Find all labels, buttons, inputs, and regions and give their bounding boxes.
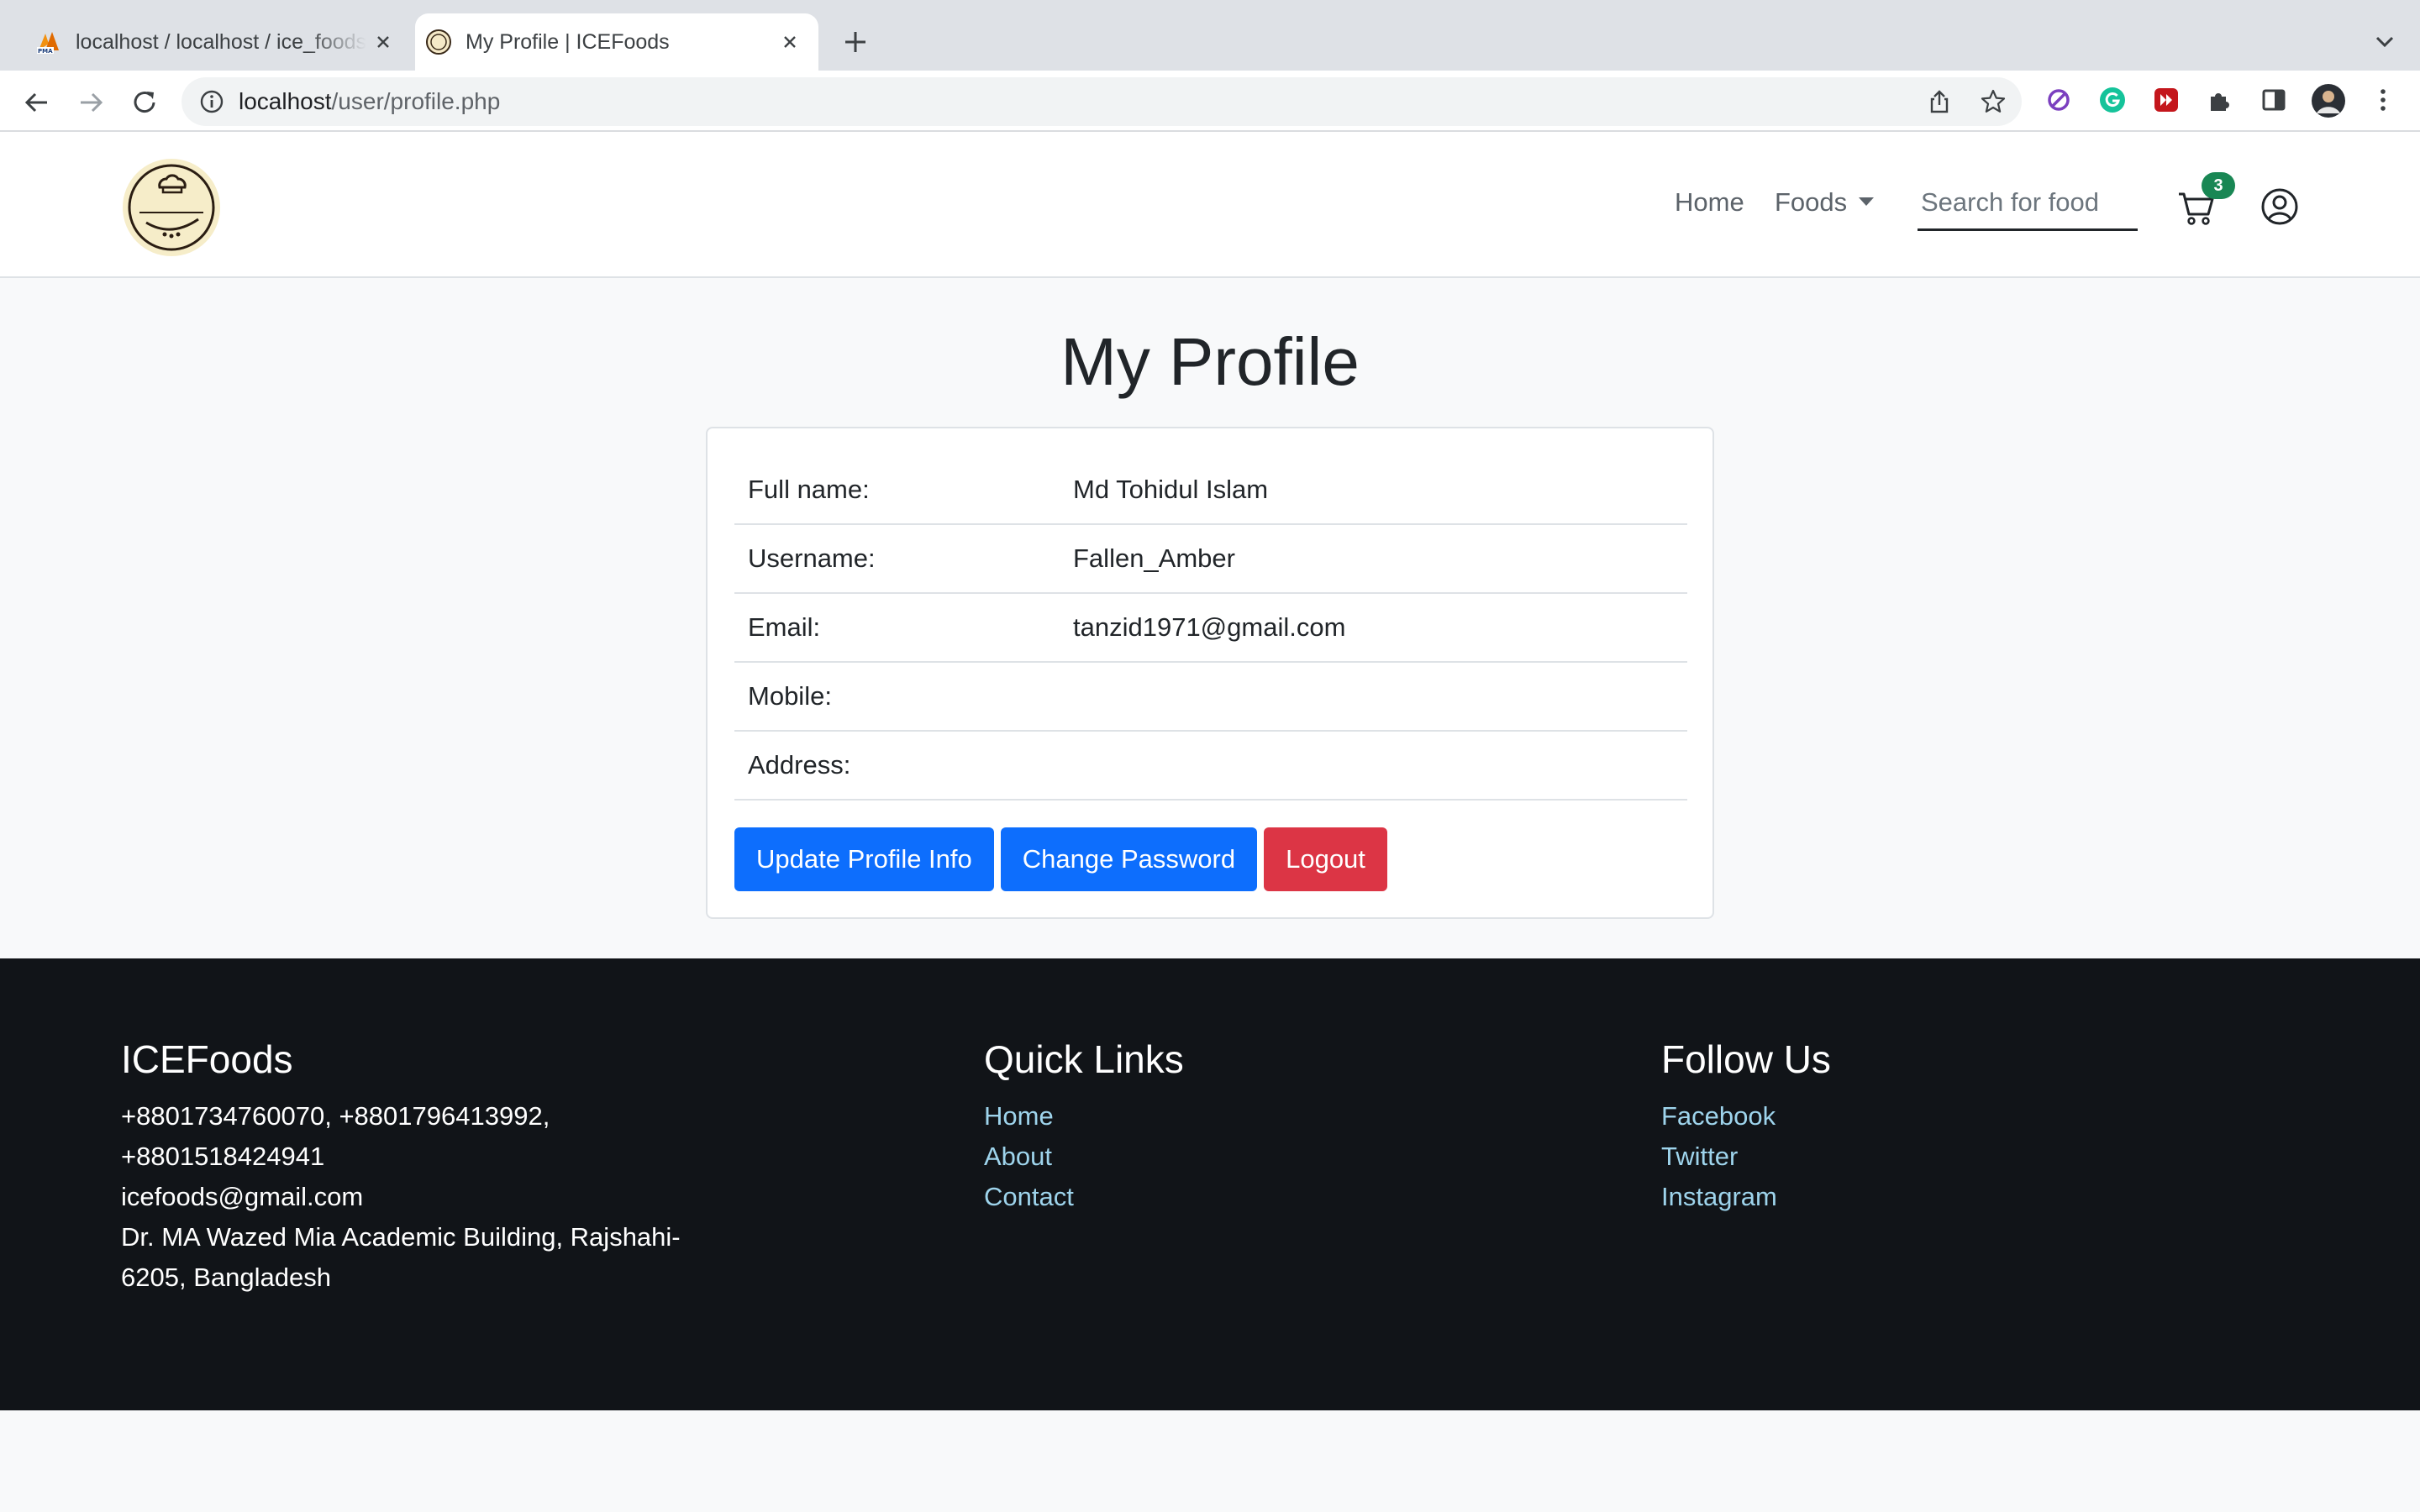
profile-value: Fallen_Amber (1060, 524, 1687, 594)
user-account-icon[interactable] (2260, 187, 2299, 226)
footer-address: 6205, Bangladesh (121, 1263, 331, 1292)
profile-value: tanzid1971@gmail.com (1060, 593, 1687, 663)
footer-link-instagram[interactable]: Instagram (1661, 1177, 1831, 1217)
profile-label: Full name: (734, 455, 1060, 525)
profile-row-email: Email: tanzid1971@gmail.com (734, 593, 1687, 663)
tab-title: localhost / localhost / ice_foods (76, 29, 366, 54)
tab-close-icon[interactable] (366, 25, 400, 59)
browser-tab-phpmyadmin[interactable]: PMA localhost / localhost / ice_foods (25, 13, 412, 71)
profile-avatar-icon[interactable] (2311, 83, 2346, 118)
footer-address: Dr. MA Wazed Mia Academic Building, Rajs… (121, 1222, 681, 1252)
profile-row-address: Address: (734, 731, 1687, 801)
browser-tab-my-profile[interactable]: My Profile | ICEFoods (415, 13, 818, 71)
food-search-input[interactable] (1918, 176, 2138, 231)
profile-actions: Update Profile Info Change Password Logo… (734, 827, 1394, 891)
forward-arrow-icon[interactable] (74, 86, 108, 119)
address-url: localhost/user/profile.php (239, 77, 500, 126)
phpmyadmin-icon: PMA (37, 32, 59, 55)
update-profile-button[interactable]: Update Profile Info (734, 827, 994, 891)
nav-foods-dropdown[interactable]: Foods (1775, 187, 1875, 218)
site-footer: ICEFoods +8801734760070, +8801796413992,… (0, 958, 2420, 1410)
footer-link-about[interactable]: About (984, 1137, 1184, 1177)
profile-row-username: Username: Fallen_Amber (734, 524, 1687, 594)
bookmark-star-icon[interactable] (1980, 88, 2007, 115)
grammarly-extension-icon[interactable] (2097, 85, 2128, 115)
back-arrow-icon[interactable] (20, 86, 54, 119)
footer-follow-title: Follow Us (1661, 1037, 1831, 1081)
footer-quick-links-column: Quick Links Home About Contact (984, 1034, 1184, 1217)
profile-label: Mobile: (734, 662, 1060, 732)
icefoods-logo[interactable] (121, 157, 222, 258)
cart-count-badge: 3 (2202, 172, 2235, 199)
profile-row-mobile: Mobile: (734, 662, 1687, 732)
browser-toolbar: localhost/user/profile.php (0, 71, 2420, 132)
footer-phone: +8801734760070, +8801796413992, (121, 1101, 550, 1131)
profile-table: Full name: Md Tohidul Islam Username: Fa… (734, 455, 1687, 801)
share-icon[interactable] (1926, 88, 1953, 115)
footer-phone: +8801518424941 (121, 1142, 325, 1171)
browser-tab-strip: PMA localhost / localhost / ice_foods My… (0, 0, 2420, 71)
icefoods-favicon-icon (426, 29, 451, 55)
logout-button[interactable]: Logout (1264, 827, 1387, 891)
footer-quick-links-title: Quick Links (984, 1037, 1184, 1081)
profile-label: Username: (734, 524, 1060, 594)
nav-home-link[interactable]: Home (1675, 187, 1744, 218)
profile-value (1060, 731, 1687, 801)
side-panel-icon[interactable] (2259, 85, 2289, 115)
footer-follow-column: Follow Us Facebook Twitter Instagram (1661, 1034, 1831, 1217)
svg-text:PMA: PMA (38, 48, 53, 55)
tab-search-chevron-down-icon[interactable] (2370, 27, 2400, 57)
footer-email: icefoods@gmail.com (121, 1182, 364, 1211)
footer-contact-column: ICEFoods +8801734760070, +8801796413992,… (121, 1034, 760, 1298)
new-tab-plus-icon[interactable] (839, 25, 872, 59)
profile-value: Md Tohidul Islam (1060, 455, 1687, 525)
video-speed-extension-icon[interactable] (2151, 85, 2181, 115)
url-path: /user/profile.php (331, 88, 501, 114)
profile-card: Full name: Md Tohidul Islam Username: Fa… (706, 427, 1714, 919)
nav-foods-label: Foods (1775, 187, 1848, 217)
caret-down-icon (1859, 197, 1875, 206)
profile-value (1060, 662, 1687, 732)
ublock-extension-icon[interactable] (2044, 85, 2074, 115)
footer-link-home[interactable]: Home (984, 1096, 1184, 1137)
address-bar[interactable]: localhost/user/profile.php (182, 77, 2022, 126)
site-info-icon[interactable] (198, 88, 225, 115)
site-navbar: Home Foods 3 (0, 132, 2420, 278)
change-password-button[interactable]: Change Password (1000, 827, 1258, 891)
profile-row-full-name: Full name: Md Tohidul Islam (734, 455, 1687, 525)
footer-link-twitter[interactable]: Twitter (1661, 1137, 1831, 1177)
extensions-puzzle-icon[interactable] (2205, 85, 2235, 115)
browser-menu-kebab-icon[interactable] (2368, 85, 2398, 115)
footer-brand: ICEFoods (121, 1037, 293, 1081)
footer-link-facebook[interactable]: Facebook (1661, 1096, 1831, 1137)
profile-label: Email: (734, 593, 1060, 663)
tab-close-icon[interactable] (773, 25, 807, 59)
page-title: My Profile (1060, 324, 1360, 399)
footer-link-contact[interactable]: Contact (984, 1177, 1184, 1217)
profile-label: Address: (734, 731, 1060, 801)
reload-icon[interactable] (128, 86, 161, 119)
url-host: localhost (239, 88, 332, 114)
tab-title: My Profile | ICEFoods (466, 29, 670, 54)
